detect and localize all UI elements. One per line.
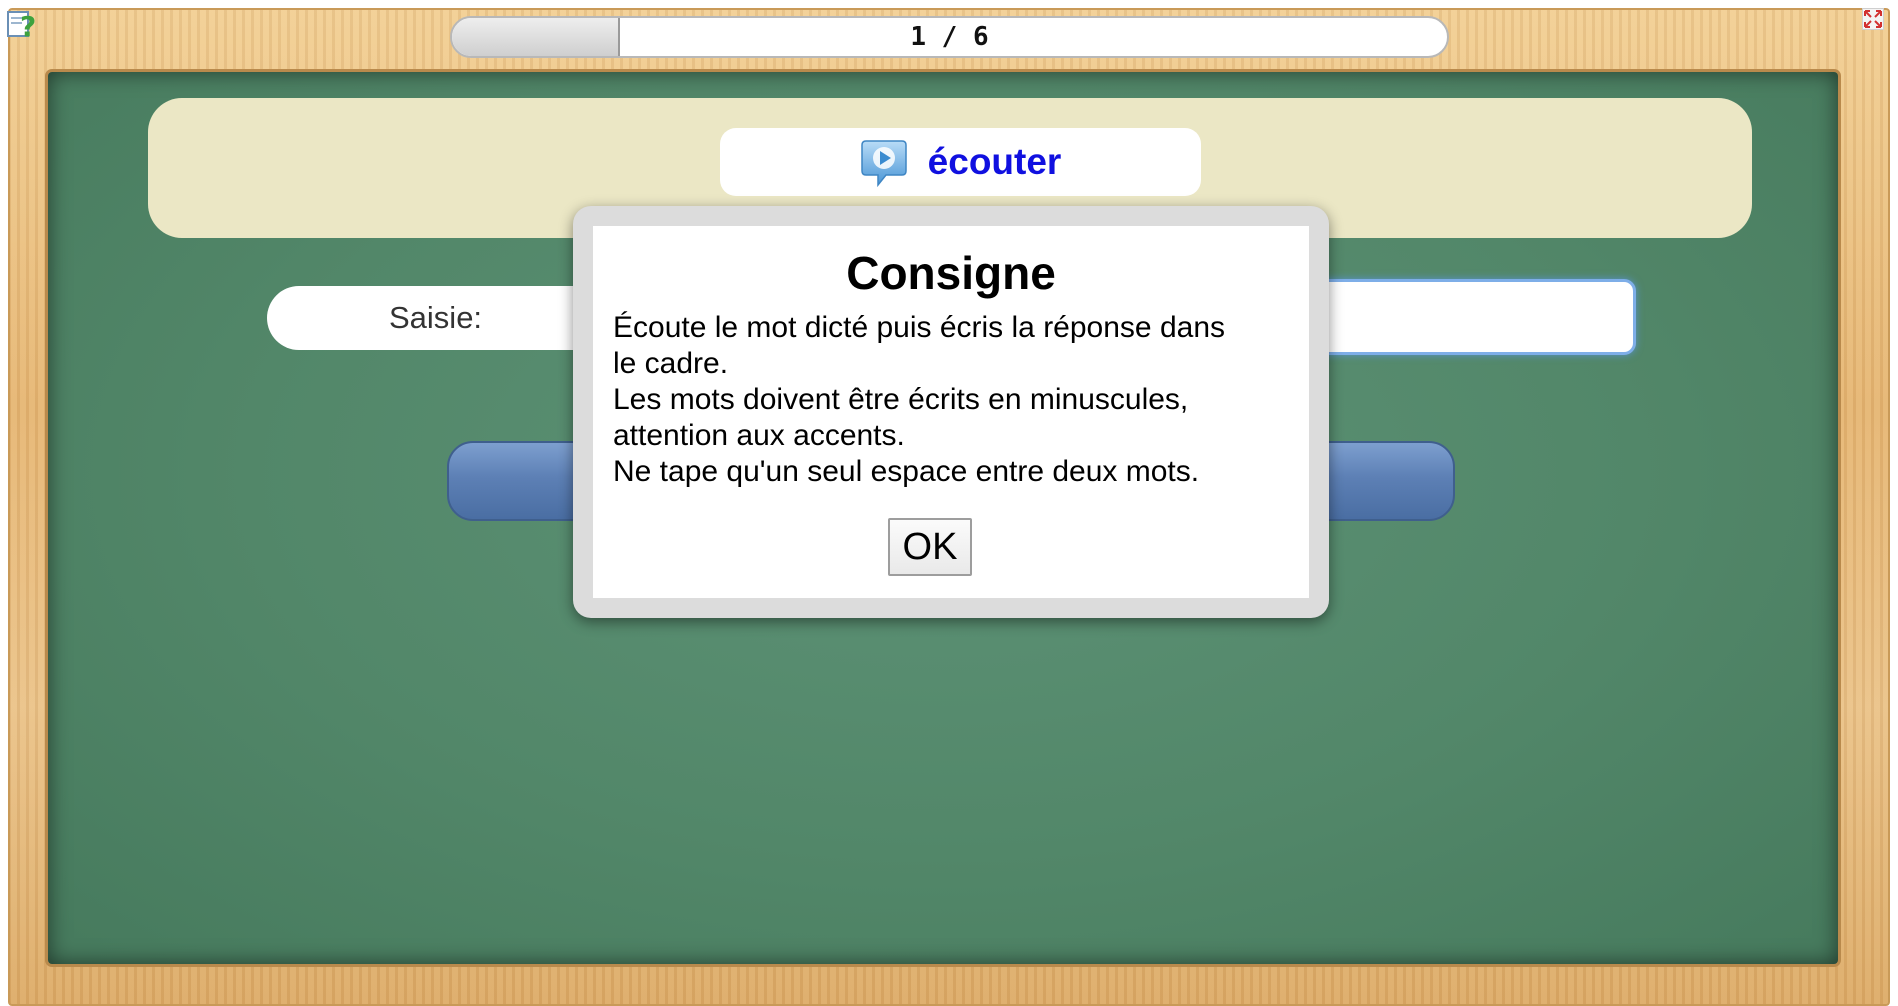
progress-bar: 1 / 6 [450, 16, 1449, 58]
listen-button[interactable]: écouter [720, 128, 1201, 196]
instruction-line: attention aux accents. [613, 419, 905, 452]
dialog-title: Consigne [846, 247, 1056, 299]
svg-text:?: ? [20, 10, 36, 42]
fullscreen-icon[interactable] [1862, 8, 1884, 30]
speaker-play-icon [860, 140, 907, 187]
instruction-line: Les mots doivent être écrits en minuscul… [613, 383, 1189, 416]
help-question-icon[interactable]: ? [6, 6, 42, 42]
instructions-text: Écoute le mot dicté puis écris la répons… [613, 310, 1293, 490]
ok-button[interactable]: OK [888, 518, 972, 576]
instruction-line: Écoute le mot dicté puis écris la répons… [613, 311, 1225, 344]
progress-counter: 1 / 6 [910, 22, 989, 52]
instruction-line: le cadre. [613, 347, 729, 380]
listen-label: écouter [927, 141, 1062, 182]
instruction-line: Ne tape qu'un seul espace entre deux mot… [613, 455, 1200, 488]
